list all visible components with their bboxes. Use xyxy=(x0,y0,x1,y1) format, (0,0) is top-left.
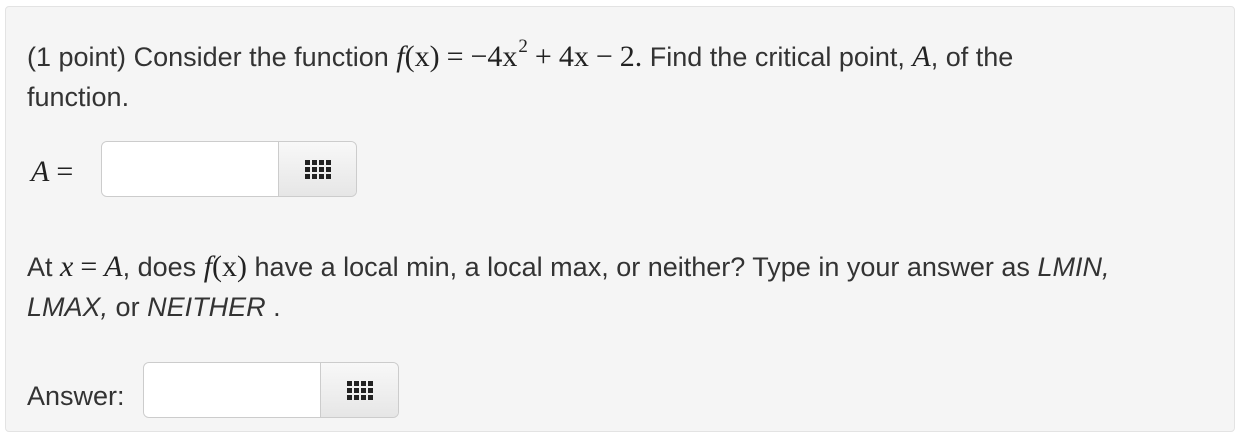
question-rest: have a local min, a local max, or neithe… xyxy=(254,252,1030,282)
option-neither: NEITHER xyxy=(147,292,266,322)
option-lmax: LMAX, xyxy=(27,292,109,322)
term-3: 2. xyxy=(619,40,643,73)
a-var: A xyxy=(104,250,123,283)
function-word: function. xyxy=(27,82,130,112)
x-var: x xyxy=(60,250,74,283)
at-word: At xyxy=(27,252,53,282)
period: . xyxy=(273,292,281,322)
function-expression: f(x) = −4x2 +4x −2. xyxy=(396,36,643,73)
critical-point-label: A = xyxy=(31,155,80,189)
x-equals-a: x = A xyxy=(60,250,123,283)
critical-point-answer-group xyxy=(101,141,357,197)
answer-input-group xyxy=(143,362,399,418)
a-equals-sign: = xyxy=(56,155,74,188)
function-arg: (x) xyxy=(404,40,440,73)
find-text: Find the critical point, xyxy=(649,42,905,72)
option-lmin: LMIN, xyxy=(1037,252,1110,282)
problem-container: (1 point) Consider the function f(x) = −4x… xyxy=(5,6,1235,432)
find-tail: , of the xyxy=(930,42,1014,72)
critical-point-palette-button[interactable] xyxy=(278,142,356,196)
term-2: 4x xyxy=(558,40,589,73)
term-1-exponent: 2 xyxy=(518,36,528,57)
answer-input[interactable] xyxy=(144,363,320,417)
grid-icon xyxy=(304,159,331,179)
critical-point-input[interactable] xyxy=(102,142,278,196)
minus-sign: − xyxy=(595,40,613,73)
does-text: , does xyxy=(122,252,197,282)
f-of-x: f(x) xyxy=(204,250,247,283)
function-name: f xyxy=(396,40,405,73)
f-name: f xyxy=(203,250,213,283)
grid-icon xyxy=(346,380,373,400)
or-word: or xyxy=(115,292,140,322)
f-arg: (x) xyxy=(212,250,248,283)
a-var-label: A xyxy=(31,155,50,188)
points-label: (1 point) xyxy=(27,42,127,72)
critical-point-var: A xyxy=(912,40,931,73)
eq-sign: = xyxy=(80,250,98,283)
intro-text: Consider the function xyxy=(133,42,389,72)
term-1: −4x xyxy=(470,40,518,73)
problem-statement: (1 point) Consider the function f(x) = −4x… xyxy=(27,27,1207,117)
answer-palette-button[interactable] xyxy=(320,363,398,417)
plus-sign: + xyxy=(534,40,552,73)
question-two: At x = A, does f(x) have a local min, a lo… xyxy=(27,247,1217,327)
equals-sign: = xyxy=(446,40,464,73)
answer-label: Answer: xyxy=(27,381,125,411)
